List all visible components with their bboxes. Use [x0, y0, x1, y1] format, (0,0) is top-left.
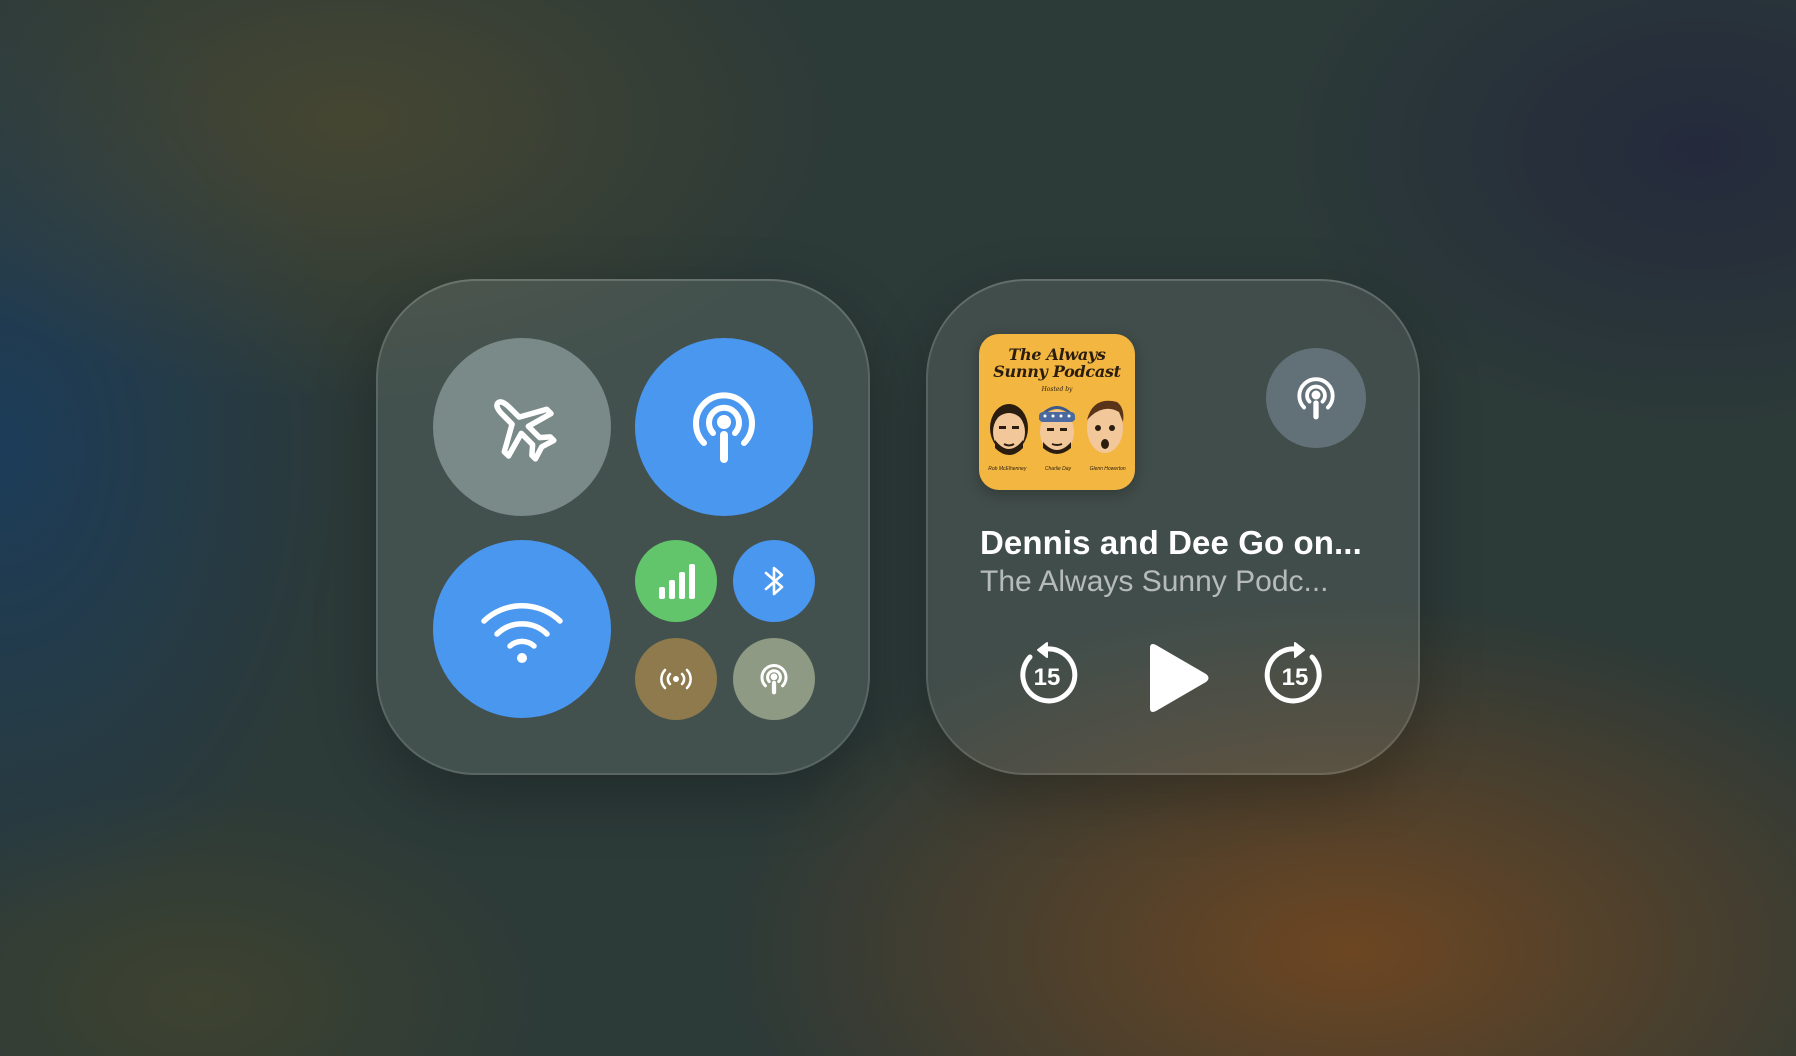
skip-forward-seconds: 15: [1282, 664, 1309, 691]
play-icon: [1150, 644, 1209, 712]
podcasts-app-button[interactable]: [1266, 348, 1366, 448]
bluetooth-icon: [764, 566, 784, 596]
airdrop-button[interactable]: [635, 338, 813, 516]
track-title: Dennis and Dee Go on...: [980, 524, 1362, 561]
airplane-mode-button[interactable]: [433, 338, 611, 516]
hosts-illustration: [990, 400, 1124, 455]
artwork-title: The Always Sunny Podcast: [993, 345, 1121, 381]
artwork-host-names: Rob McElhenney Charlie Day Glenn Howerto…: [988, 466, 1126, 472]
now-playing-module: The Always Sunny Podcast Hosted by Rob M…: [926, 279, 1420, 775]
skip-forward-icon: 15: [1264, 642, 1322, 704]
bluetooth-button[interactable]: [733, 540, 815, 622]
hotspot-icon: [660, 668, 692, 690]
podcast-toggle-button[interactable]: [733, 638, 815, 720]
personal-hotspot-button[interactable]: [635, 638, 717, 720]
connectivity-module: [376, 279, 870, 775]
podcast-artwork[interactable]: The Always Sunny Podcast Hosted by Rob M…: [979, 334, 1135, 490]
podcast-icon: [760, 663, 788, 695]
skip-forward-15-button[interactable]: 15: [1262, 641, 1328, 707]
airplane-icon: [494, 399, 557, 462]
play-button[interactable]: [1136, 638, 1216, 718]
track-subtitle: The Always Sunny Podc...: [980, 565, 1329, 598]
skip-back-15-button[interactable]: 15: [1014, 641, 1080, 707]
airdrop-icon: [693, 392, 755, 463]
cellular-data-button[interactable]: [635, 540, 717, 622]
skip-back-icon: 15: [1020, 642, 1078, 704]
wifi-button[interactable]: [433, 540, 611, 718]
cellular-bars-icon: [659, 564, 695, 599]
wifi-icon: [481, 603, 563, 663]
skip-back-seconds: 15: [1034, 664, 1061, 691]
podcast-icon: [1297, 377, 1335, 420]
